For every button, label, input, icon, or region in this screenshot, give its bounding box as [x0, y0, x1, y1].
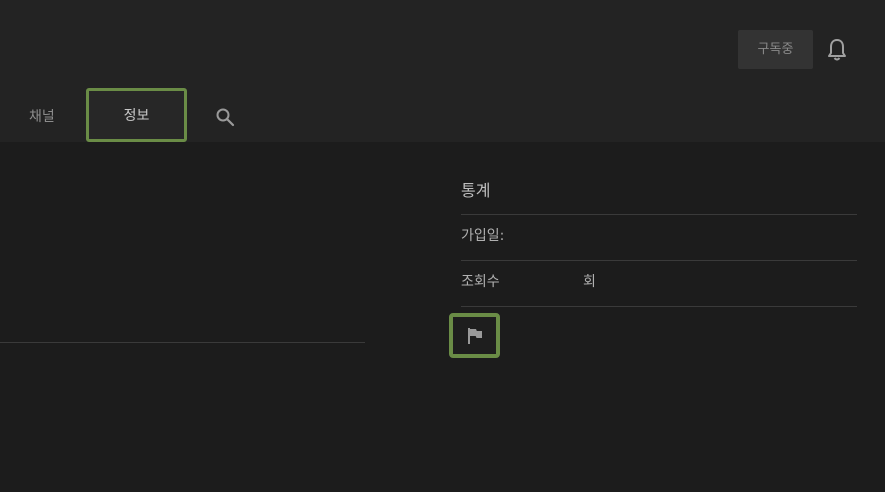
- report-flag-button[interactable]: [449, 313, 500, 358]
- tab-about[interactable]: 정보: [86, 88, 187, 142]
- divider: [461, 260, 857, 261]
- divider: [0, 342, 365, 343]
- stats-title: 통계: [461, 181, 491, 200]
- tab-about-label: 정보: [123, 108, 150, 124]
- views-label: 조회수: [461, 274, 500, 290]
- search-icon[interactable]: [215, 107, 235, 127]
- joined-date-label: 가입일:: [461, 228, 505, 244]
- divider: [461, 214, 857, 215]
- channel-header: 구독중 채널 정보: [0, 0, 885, 142]
- bell-icon[interactable]: [826, 38, 848, 62]
- views-value: 회: [583, 274, 596, 290]
- flag-icon: [468, 328, 482, 344]
- tab-channel[interactable]: 채널: [29, 104, 55, 130]
- divider: [461, 306, 857, 307]
- subscribe-button[interactable]: 구독중: [738, 30, 813, 69]
